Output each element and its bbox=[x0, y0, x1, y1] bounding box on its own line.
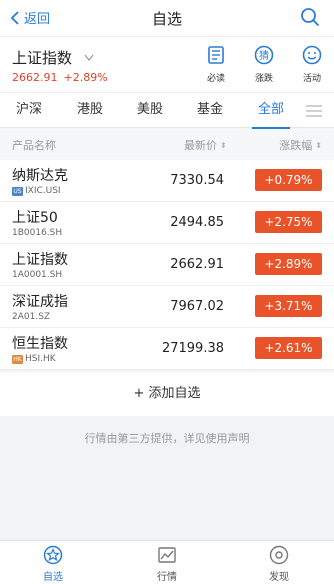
column-price[interactable]: 最新价 ⬍ bbox=[184, 137, 227, 153]
sort-icon: ⬍ bbox=[315, 141, 322, 150]
item-price: 7330.54 bbox=[170, 173, 224, 188]
list-item[interactable]: 恒生指数 HK HSI.HK 27199.38 +2.61% bbox=[0, 328, 334, 370]
index-name: 上证指数 bbox=[12, 49, 73, 67]
item-change-badge[interactable]: +3.71% bbox=[255, 295, 322, 317]
chart-icon bbox=[158, 547, 176, 563]
column-change[interactable]: 涨跌幅 ⬍ bbox=[279, 137, 322, 153]
bottom-tab-label: 行情 bbox=[157, 572, 177, 583]
list-header: 产品名称 最新价 ⬍ 涨跌幅 ⬍ bbox=[0, 129, 334, 159]
sort-icon: ⬍ bbox=[220, 141, 227, 150]
watchlist: 纳斯达克 US IXIC.USI 7330.54 +0.79% 上证50 1B00… bbox=[0, 160, 334, 370]
star-icon bbox=[43, 545, 63, 565]
column-price-label: 最新价 bbox=[184, 139, 217, 152]
item-code-text: 1A0001.SH bbox=[12, 270, 63, 280]
menu-icon[interactable] bbox=[306, 104, 322, 118]
page-title: 自选 bbox=[151, 10, 182, 28]
item-name: 上证指数 bbox=[12, 252, 68, 268]
item-name: 上证50 bbox=[12, 210, 58, 226]
guess-glyph: 猜 bbox=[259, 49, 269, 62]
item-code-text: HSI.HK bbox=[25, 354, 56, 364]
list-item[interactable]: 上证指数 1A0001.SH 2662.91 +2.89% bbox=[0, 244, 334, 286]
quick-action-label: 涨跌 bbox=[254, 74, 273, 84]
quick-action-label: 活动 bbox=[302, 74, 321, 84]
item-change-badge[interactable]: +2.61% bbox=[255, 337, 322, 359]
column-change-label: 涨跌幅 bbox=[279, 139, 313, 152]
list-item[interactable]: 纳斯达克 US IXIC.USI 7330.54 +0.79% bbox=[0, 160, 334, 202]
item-code: US IXIC.USI bbox=[12, 186, 61, 196]
index-price: 2662.91 bbox=[12, 71, 58, 84]
search-icon[interactable] bbox=[300, 7, 320, 27]
smile-icon bbox=[302, 45, 322, 65]
chevron-down-icon bbox=[84, 54, 94, 61]
item-price: 27199.38 bbox=[161, 341, 224, 356]
item-change-badge[interactable]: +0.79% bbox=[255, 169, 322, 191]
tab-hk[interactable]: 港股 bbox=[65, 93, 115, 129]
tab-us[interactable]: 美股 bbox=[125, 93, 175, 129]
index-summary: 上证指数 2662.91 +2.89% 必读 猜 涨跌 活动 bbox=[0, 36, 334, 92]
nav-bar: 返回 自选 bbox=[0, 0, 334, 36]
item-change-badge[interactable]: +2.89% bbox=[255, 253, 322, 275]
item-price: 2494.85 bbox=[170, 215, 224, 230]
list-item[interactable]: 深证成指 2A01.SZ 7967.02 +3.71% bbox=[0, 286, 334, 328]
quick-action-must-read[interactable]: 必读 bbox=[196, 45, 236, 84]
add-watchlist-button[interactable]: + 添加自选 bbox=[0, 372, 334, 416]
tab-funds[interactable]: 基金 bbox=[185, 93, 235, 129]
item-code: 1A0001.SH bbox=[12, 270, 62, 280]
tab-all[interactable]: 全部 bbox=[246, 93, 296, 129]
bottom-tab-label: 自选 bbox=[43, 572, 63, 583]
item-code-text: 1B0016.SH bbox=[12, 228, 63, 238]
guess-icon: 猜 bbox=[254, 45, 274, 65]
bottom-tab-label: 发现 bbox=[269, 572, 289, 583]
item-code: 1B0016.SH bbox=[12, 228, 62, 238]
market-badge-hk: HK bbox=[12, 354, 23, 364]
index-values: 2662.91 +2.89% bbox=[12, 71, 108, 84]
bottom-nav: 自选 行情 发现 bbox=[0, 540, 334, 584]
column-name: 产品名称 bbox=[12, 139, 56, 152]
item-code-text: 2A01.SZ bbox=[12, 312, 51, 322]
item-name: 恒生指数 bbox=[12, 336, 68, 352]
market-badge-us: US bbox=[12, 186, 23, 196]
document-icon bbox=[208, 46, 224, 64]
item-code-text: IXIC.USI bbox=[25, 186, 61, 196]
market-tabs: 沪深 港股 美股 基金 全部 bbox=[0, 92, 334, 129]
quick-action-guess[interactable]: 猜 涨跌 bbox=[244, 45, 284, 84]
tab-shanghai-shenzhen[interactable]: 沪深 bbox=[4, 93, 54, 129]
item-change-badge[interactable]: +2.75% bbox=[255, 211, 322, 233]
item-name: 深证成指 bbox=[12, 294, 68, 310]
quick-action-activity[interactable]: 活动 bbox=[292, 45, 332, 84]
compass-icon bbox=[269, 545, 289, 565]
item-code: HK HSI.HK bbox=[12, 354, 56, 364]
quick-action-label: 必读 bbox=[206, 74, 225, 84]
bottom-tab-watchlist[interactable]: 自选 bbox=[23, 545, 83, 583]
item-price: 2662.91 bbox=[170, 257, 224, 272]
bottom-tab-market[interactable]: 行情 bbox=[137, 545, 197, 583]
disclaimer-text[interactable]: 行情由第三方提供，详见使用声明 bbox=[0, 430, 334, 446]
item-name: 纳斯达克 bbox=[12, 168, 68, 184]
item-code: 2A01.SZ bbox=[12, 312, 50, 322]
index-selector[interactable]: 上证指数 bbox=[12, 47, 94, 68]
item-price: 7967.02 bbox=[170, 299, 224, 314]
bottom-tab-discover[interactable]: 发现 bbox=[249, 545, 309, 583]
list-item[interactable]: 上证50 1B0016.SH 2494.85 +2.75% bbox=[0, 202, 334, 244]
index-change: +2.89% bbox=[63, 71, 108, 84]
